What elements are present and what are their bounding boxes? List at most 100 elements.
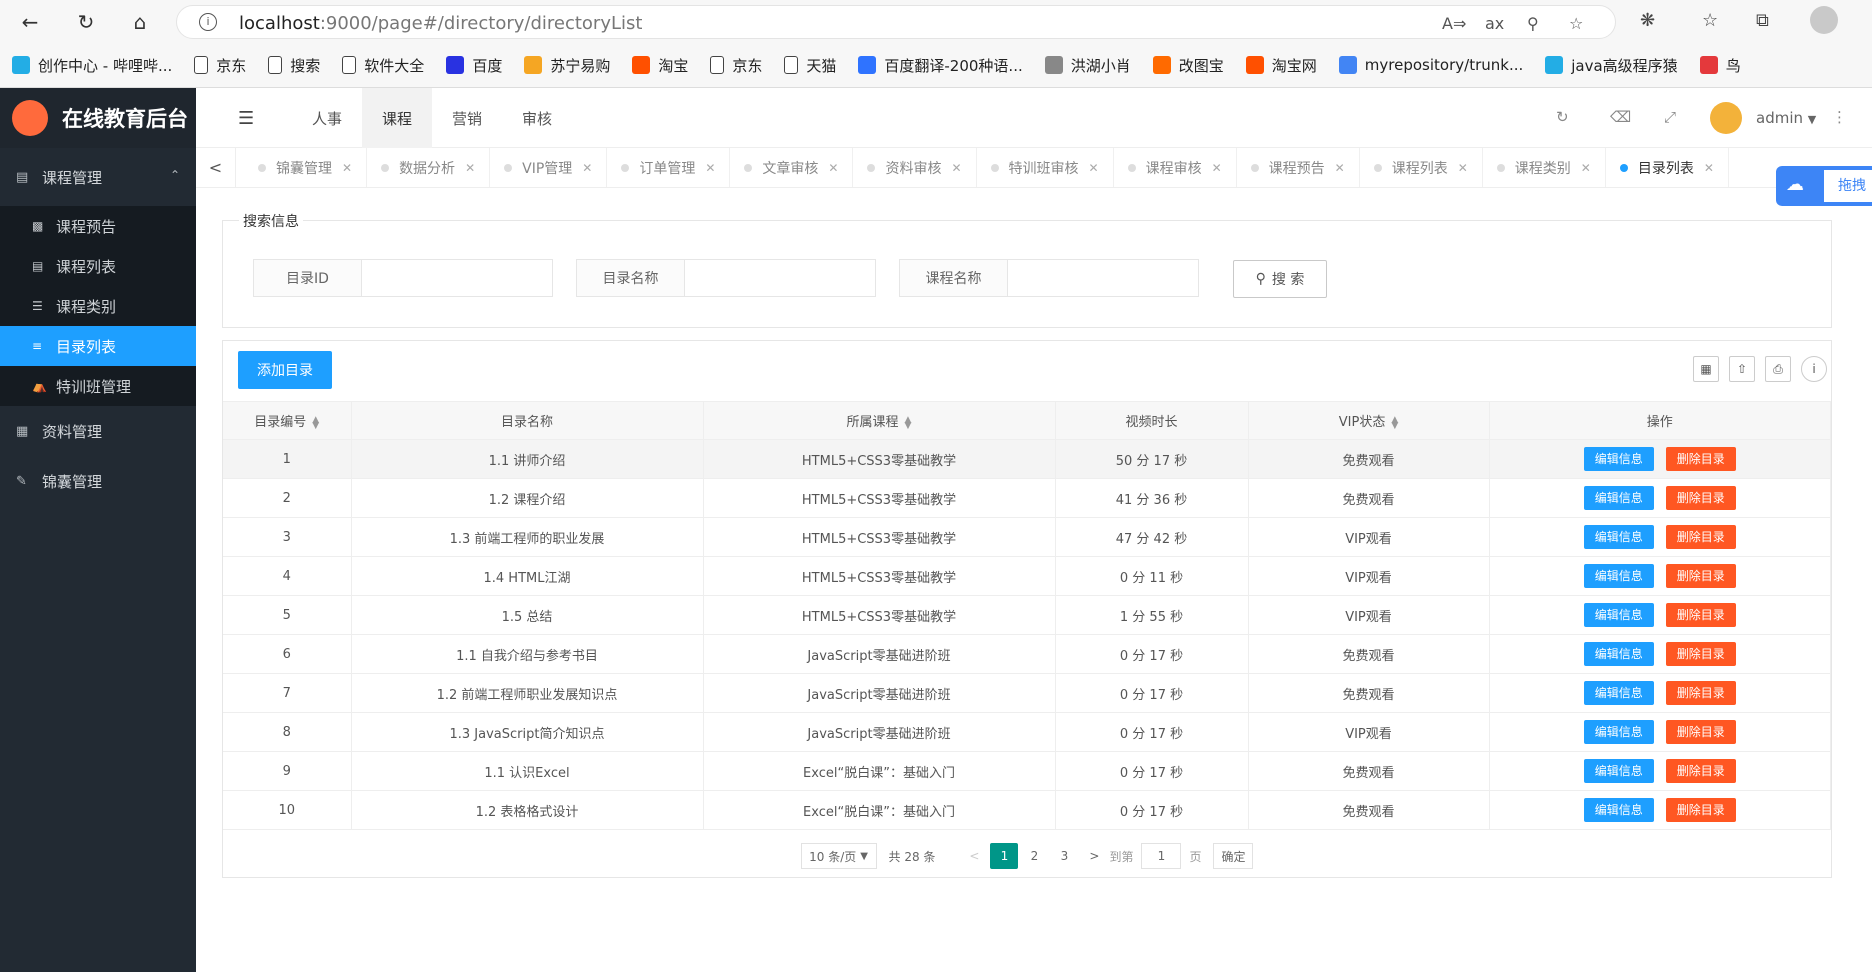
sidebar-toggle-icon[interactable]: ☰ <box>238 108 254 129</box>
delete-button[interactable]: 删除目录 <box>1665 642 1736 666</box>
page-3[interactable]: 3 <box>1050 843 1078 869</box>
edit-button[interactable]: 编辑信息 <box>1583 564 1654 588</box>
top-nav-hr[interactable]: 人事 <box>292 88 362 148</box>
bookmark-item[interactable]: 搜索 <box>268 55 320 76</box>
close-icon[interactable]: ✕ <box>582 161 592 175</box>
close-icon[interactable]: ✕ <box>342 161 352 175</box>
bookmark-item[interactable]: 天猫 <box>784 55 836 76</box>
close-icon[interactable]: ✕ <box>1704 161 1714 175</box>
delete-button[interactable]: 删除目录 <box>1665 447 1736 471</box>
tab-item[interactable]: 订单管理 ✕ <box>607 148 731 187</box>
top-nav-marketing[interactable]: 营销 <box>432 88 502 148</box>
tab-item[interactable]: 课程类别 ✕ <box>1483 148 1606 187</box>
bookmark-item[interactable]: 创作中心 - 哔哩哔... <box>12 55 172 76</box>
export-icon[interactable]: ⇧ <box>1729 356 1755 382</box>
edit-button[interactable]: 编辑信息 <box>1583 642 1654 666</box>
address-bar[interactable]: i localhost:9000/page#/directory/directo… <box>176 5 1616 39</box>
column-header-course[interactable]: 所属课程 ▲ ▼ <box>703 401 1056 440</box>
sidebar-item-course-list[interactable]: ▤ 课程列表 <box>0 246 196 286</box>
zoom-icon[interactable]: ⚲ <box>1527 14 1539 33</box>
edit-button[interactable]: 编辑信息 <box>1583 798 1654 822</box>
collections-icon[interactable]: ⧉ <box>1756 10 1769 31</box>
tab-item[interactable]: 课程预告 ✕ <box>1237 148 1360 187</box>
add-directory-button[interactable]: 添加目录 <box>238 351 332 389</box>
delete-button[interactable]: 删除目录 <box>1665 720 1736 744</box>
directory-name-input[interactable] <box>685 260 875 296</box>
sidebar-item-directory-list[interactable]: ≡ 目录列表 <box>0 326 196 366</box>
directory-id-input[interactable] <box>362 260 552 296</box>
more-icon[interactable]: ⋮ <box>1832 108 1847 126</box>
close-icon[interactable]: ✕ <box>1581 161 1591 175</box>
bookmark-item[interactable]: 百度翻译-200种语... <box>858 55 1023 76</box>
bookmark-item[interactable]: 京东 <box>194 55 246 76</box>
bookmark-item[interactable]: 淘宝 <box>632 55 688 76</box>
tab-item[interactable]: 锦囊管理 ✕ <box>244 148 368 187</box>
profile-icon[interactable] <box>1810 6 1838 34</box>
reload-icon[interactable]: ↻ <box>72 8 100 36</box>
user-menu[interactable]: admin ▼ <box>1756 109 1816 127</box>
bookmark-item[interactable]: myrepository/trunk... <box>1338 56 1523 74</box>
close-icon[interactable]: ✕ <box>1458 161 1468 175</box>
tab-item[interactable]: 课程审核 ✕ <box>1114 148 1237 187</box>
close-icon[interactable]: ✕ <box>951 161 961 175</box>
bookmark-item[interactable]: 软件大全 <box>342 55 424 76</box>
page-1[interactable]: 1 <box>990 843 1019 869</box>
close-icon[interactable]: ✕ <box>705 161 715 175</box>
columns-icon[interactable]: ▦ <box>1693 356 1719 382</box>
tab-item[interactable]: 数据分析 ✕ <box>367 148 491 187</box>
site-info-icon[interactable]: i <box>199 13 217 31</box>
sidebar-item-course-category[interactable]: ☰ 课程类别 <box>0 286 196 326</box>
close-icon[interactable]: ✕ <box>1335 161 1345 175</box>
bookmark-item[interactable]: 淘宝网 <box>1245 55 1317 76</box>
bookmark-item[interactable]: java高级程序猿 <box>1545 55 1678 76</box>
back-icon[interactable]: ← <box>16 8 44 36</box>
sort-icon[interactable]: ▲ ▼ <box>312 415 319 430</box>
search-button[interactable]: ⚲ 搜 索 <box>1233 260 1327 298</box>
delete-button[interactable]: 删除目录 <box>1665 564 1736 588</box>
delete-button[interactable]: 删除目录 <box>1665 681 1736 705</box>
tabs-scroll-left-icon[interactable]: < <box>196 148 236 187</box>
bookmark-item[interactable]: 百度 <box>446 55 502 76</box>
delete-button[interactable]: 删除目录 <box>1665 759 1736 783</box>
edit-button[interactable]: 编辑信息 <box>1583 603 1654 627</box>
avatar[interactable] <box>1710 102 1742 134</box>
bookmark-item[interactable]: 改图宝 <box>1152 55 1224 76</box>
prev-page-icon[interactable]: < <box>960 843 988 869</box>
tab-item[interactable]: 资料审核 ✕ <box>853 148 977 187</box>
edit-button[interactable]: 编辑信息 <box>1583 447 1654 471</box>
bookmark-item[interactable]: 洪湖小肖 <box>1044 55 1131 76</box>
delete-button[interactable]: 删除目录 <box>1665 603 1736 627</box>
trash-icon[interactable]: ⌫ <box>1610 108 1631 126</box>
course-name-input[interactable] <box>1008 260 1198 296</box>
sort-icon[interactable]: ▲ ▼ <box>1391 415 1398 430</box>
tab-item[interactable]: 目录列表 ✕ <box>1606 148 1729 187</box>
edit-button[interactable]: 编辑信息 <box>1583 720 1654 744</box>
refresh-icon[interactable]: ↻ <box>1556 108 1569 126</box>
fullscreen-icon[interactable]: ⤢ <box>1664 108 1676 126</box>
edit-button[interactable]: 编辑信息 <box>1583 486 1654 510</box>
bookmark-item[interactable]: 鸟 <box>1699 55 1741 76</box>
delete-button[interactable]: 删除目录 <box>1665 486 1736 510</box>
close-icon[interactable]: ✕ <box>1089 161 1099 175</box>
close-icon[interactable]: ✕ <box>1212 161 1222 175</box>
sidebar-item-course-preview[interactable]: ▩ 课程预告 <box>0 206 196 246</box>
page-size-select[interactable]: 10 条/页 ▼ <box>800 843 877 869</box>
top-nav-course[interactable]: 课程 <box>362 88 433 148</box>
sidebar-group-course[interactable]: ▤ 课程管理 ⌃ <box>0 148 196 206</box>
edit-button[interactable]: 编辑信息 <box>1583 525 1654 549</box>
tab-item[interactable]: 文章审核 ✕ <box>730 148 854 187</box>
tab-item[interactable]: 特训班审核 ✕ <box>977 148 1114 187</box>
bookmark-item[interactable]: 苏宁易购 <box>524 55 610 76</box>
translate-icon[interactable]: aх <box>1485 14 1504 33</box>
favorite-star-icon[interactable]: ☆ <box>1569 14 1583 33</box>
sidebar-group-materials[interactable]: ▦ 资料管理 <box>0 406 196 456</box>
favorites-icon[interactable]: ☆ <box>1702 10 1718 31</box>
edit-button[interactable]: 编辑信息 <box>1583 681 1654 705</box>
column-header-id[interactable]: 目录编号 ▲ ▼ <box>223 401 352 440</box>
extensions-icon[interactable]: ❋ <box>1640 10 1655 31</box>
next-page-icon[interactable]: > <box>1080 843 1108 869</box>
goto-page-input[interactable]: 1 <box>1141 843 1182 869</box>
top-nav-review[interactable]: 审核 <box>502 88 572 148</box>
baidu-drag-widget[interactable]: ☁ 拖拽 <box>1776 166 1872 206</box>
sidebar-item-training-class[interactable]: ⛺ 特训班管理 <box>0 366 196 406</box>
